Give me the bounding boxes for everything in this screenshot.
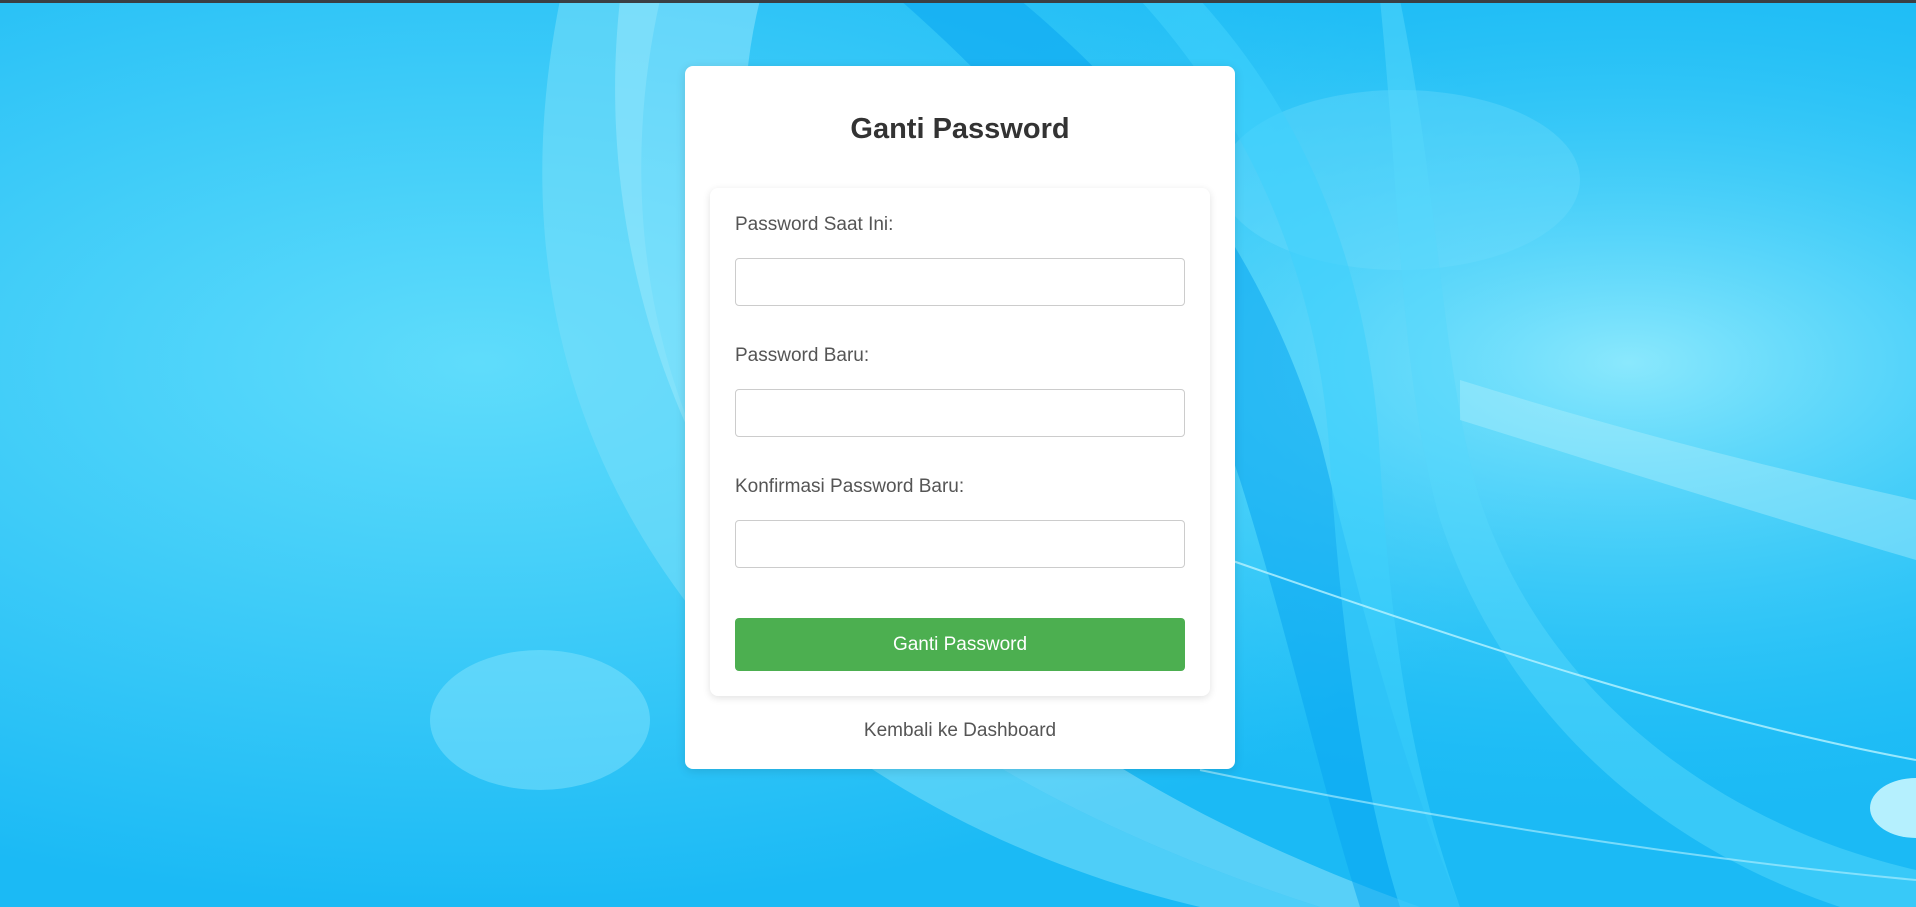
current-password-label: Password Saat Ini: [735, 214, 894, 235]
confirm-password-input[interactable] [735, 520, 1185, 568]
back-to-dashboard-link[interactable]: Kembali ke Dashboard [685, 720, 1235, 742]
change-password-card: Ganti Password Password Saat Ini: Passwo… [685, 66, 1235, 769]
page-title: Ganti Password [850, 113, 1070, 145]
new-password-input[interactable] [735, 389, 1185, 437]
top-border [0, 0, 1916, 3]
change-password-button[interactable]: Ganti Password [735, 618, 1185, 671]
change-password-form: Password Saat Ini: Password Baru: Konfir… [710, 188, 1210, 696]
confirm-password-label: Konfirmasi Password Baru: [735, 476, 965, 497]
new-password-label: Password Baru: [735, 345, 870, 366]
current-password-input[interactable] [735, 258, 1185, 306]
